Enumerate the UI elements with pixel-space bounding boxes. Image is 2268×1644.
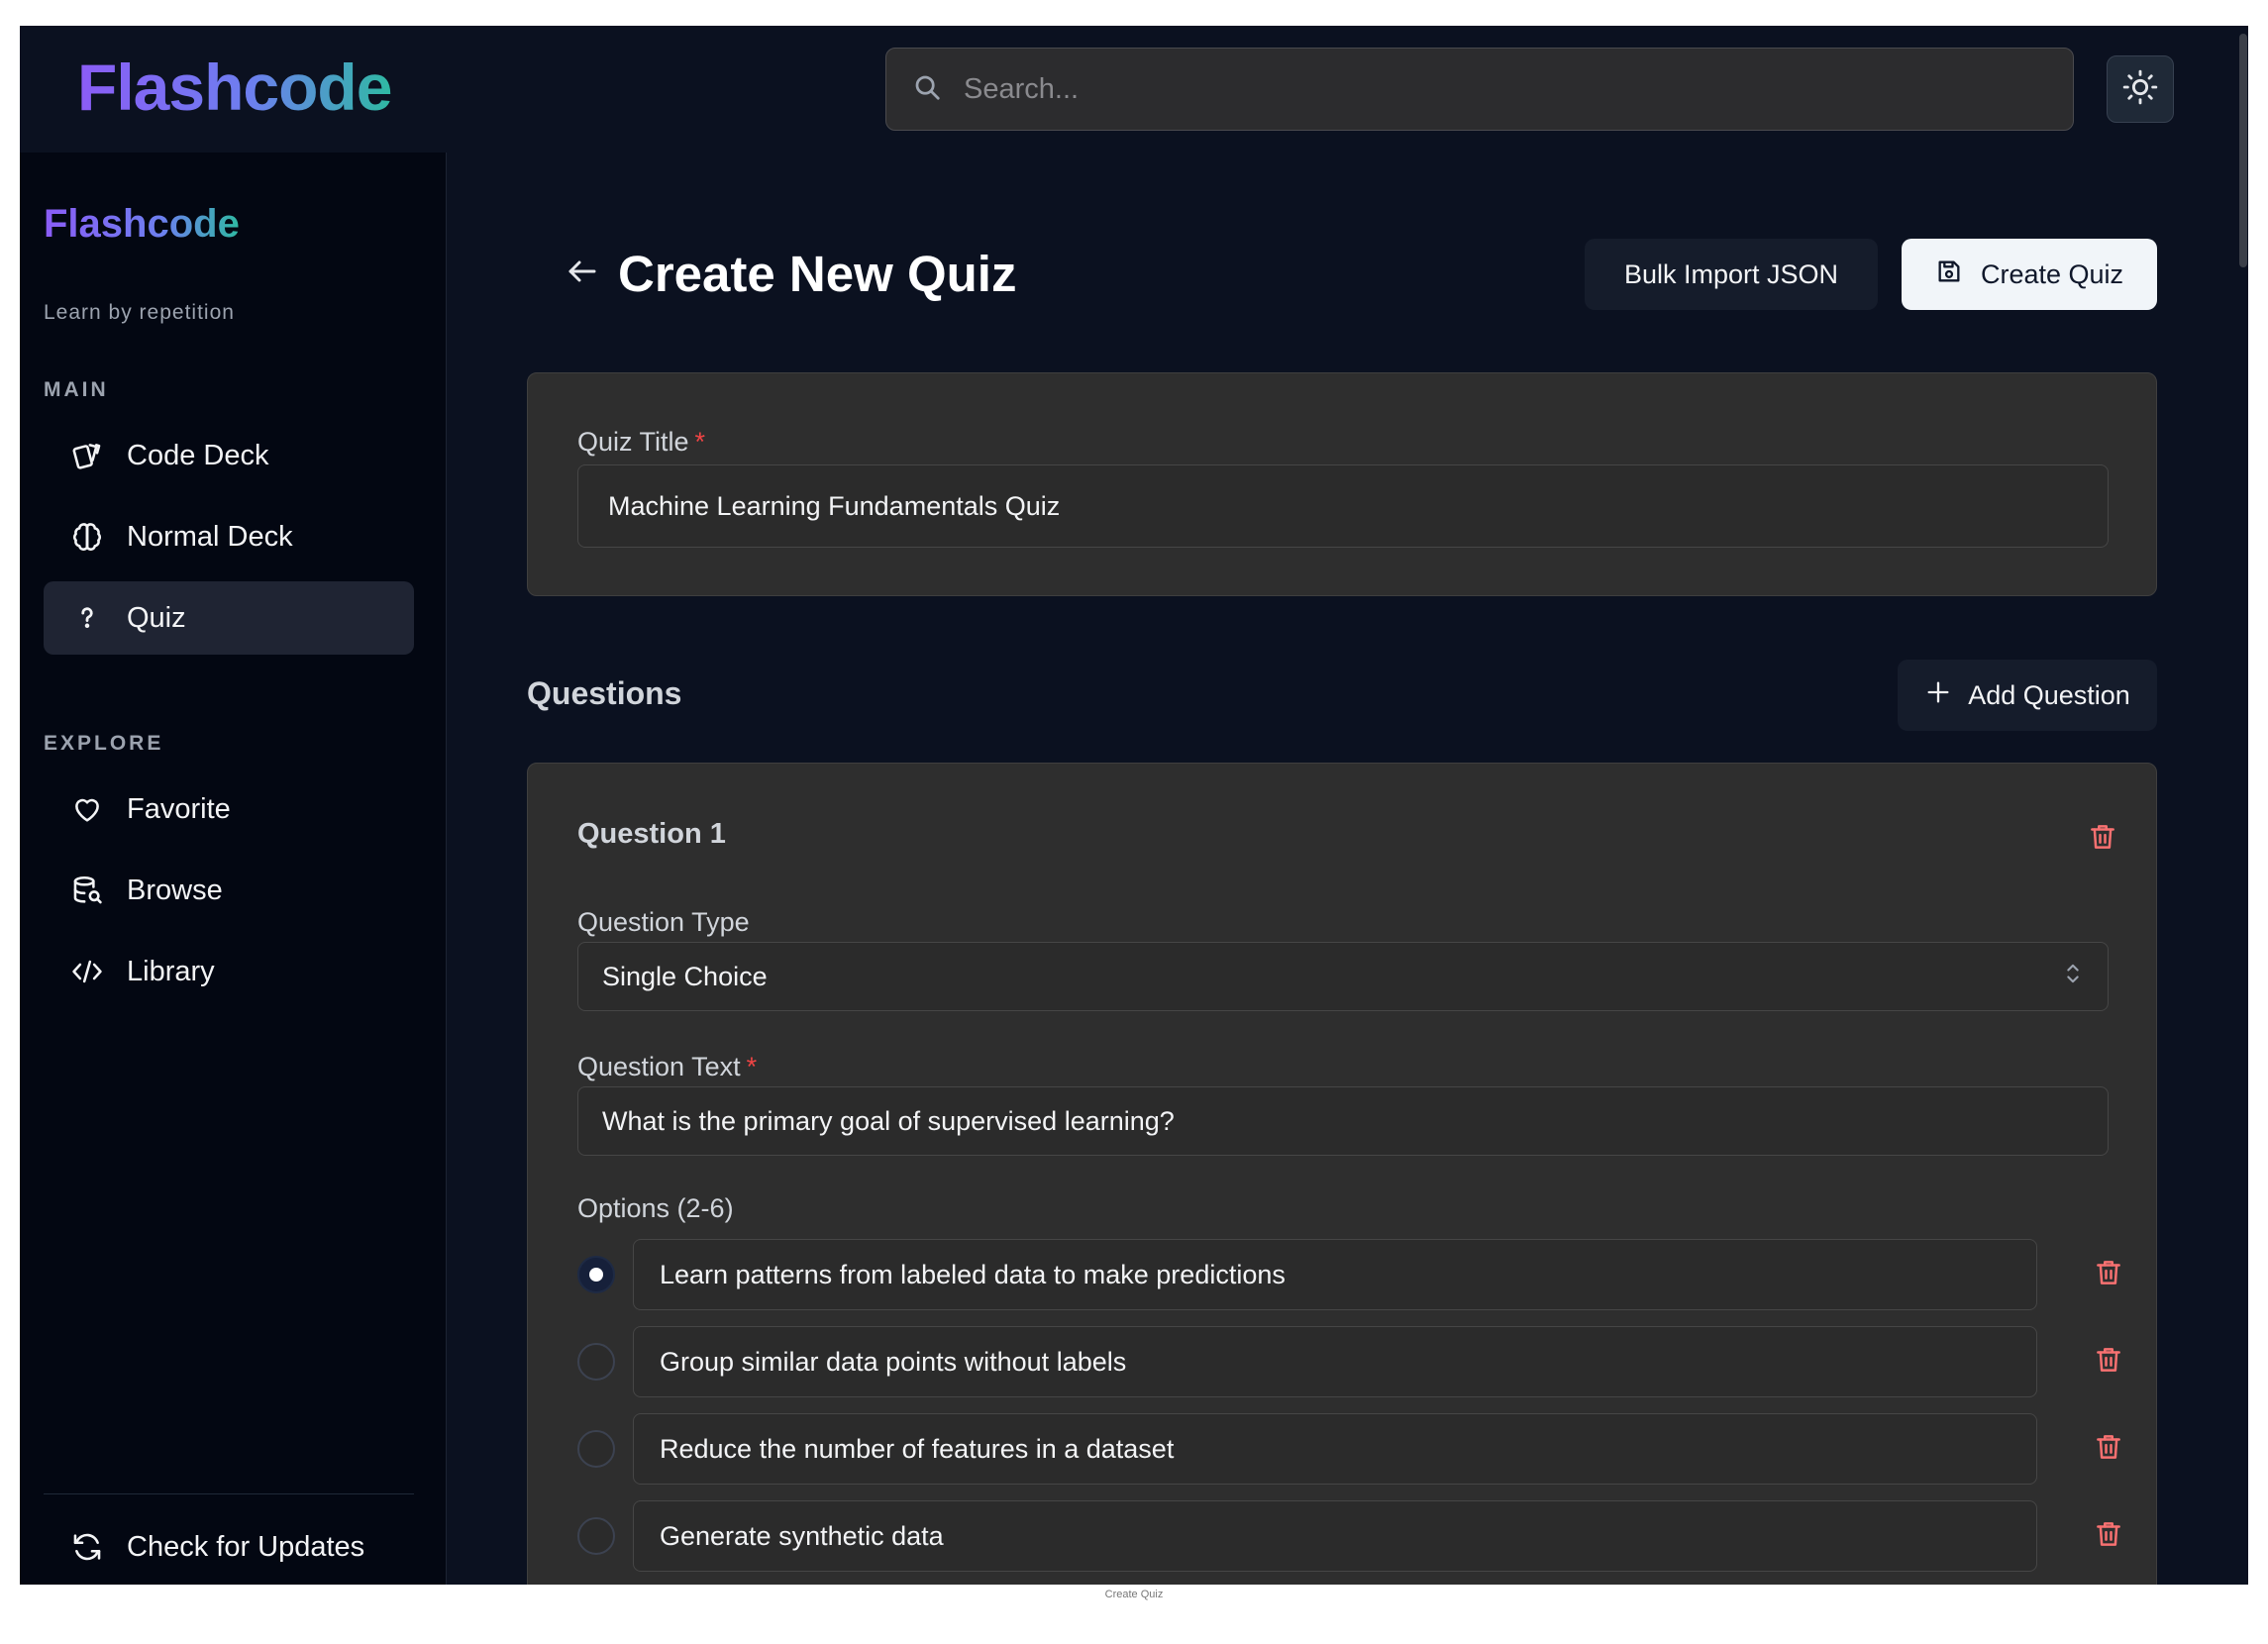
cards-icon	[69, 438, 105, 473]
question-text-input[interactable]	[577, 1086, 2109, 1156]
sidebar-item-code-deck[interactable]: Code Deck	[44, 419, 414, 492]
option-row	[577, 1500, 2158, 1572]
sidebar-item-library[interactable]: Library	[44, 935, 414, 1008]
quiz-title-card: Quiz Title *	[527, 372, 2157, 596]
plus-icon	[1924, 678, 1952, 713]
required-mark: *	[746, 1052, 758, 1081]
sidebar-divider	[44, 1493, 414, 1494]
arrow-left-icon	[565, 254, 600, 294]
question-heading: Question 1	[577, 818, 726, 850]
sidebar-item-favorite[interactable]: Favorite	[44, 772, 414, 846]
refresh-icon	[69, 1529, 105, 1565]
option-correct-radio[interactable]	[577, 1430, 615, 1468]
theme-toggle-button[interactable]	[2107, 55, 2174, 123]
code-icon	[69, 954, 105, 989]
brain-icon	[69, 519, 105, 555]
delete-question-button[interactable]	[2083, 819, 2122, 859]
delete-option-button[interactable]	[2089, 1429, 2128, 1469]
questions-heading: Questions	[527, 675, 682, 711]
sidebar: Flashcode Learn by repetition MAIN Code …	[20, 153, 447, 1585]
top-header: Flashcode	[20, 26, 2248, 153]
question-type-value: Single Choice	[602, 961, 768, 991]
required-mark: *	[694, 427, 706, 457]
trash-icon	[2094, 1258, 2123, 1292]
sidebar-item-label: Browse	[127, 873, 223, 906]
quiz-title-label: Quiz Title *	[577, 427, 705, 458]
question-mark-icon	[69, 600, 105, 636]
option-correct-radio[interactable]	[577, 1343, 615, 1381]
option-row	[577, 1326, 2158, 1397]
quiz-title-label-text: Quiz Title	[577, 427, 689, 457]
option-correct-radio[interactable]	[577, 1517, 615, 1555]
bulk-import-json-button[interactable]: Bulk Import JSON	[1585, 239, 1878, 310]
sidebar-item-browse[interactable]: Browse	[44, 854, 414, 927]
question-type-label: Question Type	[577, 907, 750, 937]
chevron-up-down-icon	[2062, 960, 2084, 994]
brand-logo[interactable]: Flashcode	[77, 50, 392, 125]
sidebar-tagline: Learn by repetition	[44, 301, 235, 324]
sidebar-item-label: Check for Updates	[127, 1530, 365, 1563]
delete-option-button[interactable]	[2089, 1255, 2128, 1294]
options-label: Options (2-6)	[577, 1193, 734, 1223]
sidebar-item-label: Library	[127, 955, 215, 987]
option-correct-radio[interactable]	[577, 1256, 615, 1293]
page-title: Create New Quiz	[618, 246, 1017, 302]
sidebar-brand: Flashcode	[44, 202, 240, 246]
app-window: Flashcode Flashcode Learn by repetition …	[20, 26, 2248, 1585]
search-icon	[912, 72, 942, 107]
search-box[interactable]	[885, 48, 2074, 131]
quiz-title-input[interactable]	[577, 464, 2109, 548]
create-quiz-button[interactable]: Create Quiz	[1902, 239, 2157, 310]
question-type-select[interactable]: Single Choice	[577, 942, 2109, 1011]
sidebar-item-label: Normal Deck	[127, 520, 293, 553]
search-input[interactable]	[964, 72, 2053, 106]
trash-icon	[2088, 822, 2117, 857]
database-search-icon	[69, 873, 105, 908]
option-input[interactable]	[633, 1239, 2037, 1310]
trash-icon	[2094, 1345, 2123, 1380]
delete-option-button[interactable]	[2089, 1516, 2128, 1556]
option-input[interactable]	[633, 1500, 2037, 1572]
save-icon	[1935, 257, 1963, 292]
question-card: Question 1 Question Type Single Choice Q…	[527, 763, 2157, 1585]
sidebar-item-label: Code Deck	[127, 439, 269, 471]
sidebar-item-normal-deck[interactable]: Normal Deck	[44, 500, 414, 573]
sun-icon	[2121, 68, 2159, 111]
trash-icon	[2094, 1519, 2123, 1554]
sidebar-item-label: Quiz	[127, 601, 186, 634]
option-input[interactable]	[633, 1413, 2037, 1485]
scrollbar-thumb[interactable]	[2239, 34, 2247, 267]
heart-icon	[69, 791, 105, 827]
section-label-main: MAIN	[44, 378, 109, 401]
option-row	[577, 1239, 2158, 1310]
option-input[interactable]	[633, 1326, 2037, 1397]
add-question-label: Add Question	[1968, 679, 2130, 710]
sidebar-item-quiz[interactable]: Quiz	[44, 581, 414, 655]
sidebar-item-label: Favorite	[127, 792, 231, 825]
create-quiz-label: Create Quiz	[1980, 258, 2124, 289]
option-row	[577, 1413, 2158, 1485]
window-caption: Create Quiz	[1104, 1589, 1164, 1600]
delete-option-button[interactable]	[2089, 1342, 2128, 1382]
question-text-label-text: Question Text	[577, 1052, 741, 1081]
add-question-button[interactable]: Add Question	[1898, 660, 2157, 731]
check-for-updates-button[interactable]: Check for Updates	[44, 1510, 414, 1584]
question-text-label: Question Text *	[577, 1052, 757, 1082]
trash-icon	[2094, 1432, 2123, 1467]
main-content: Create New Quiz Bulk Import JSON Create …	[448, 153, 2248, 1585]
section-label-explore: EXPLORE	[44, 732, 164, 755]
back-button[interactable]	[559, 250, 606, 297]
